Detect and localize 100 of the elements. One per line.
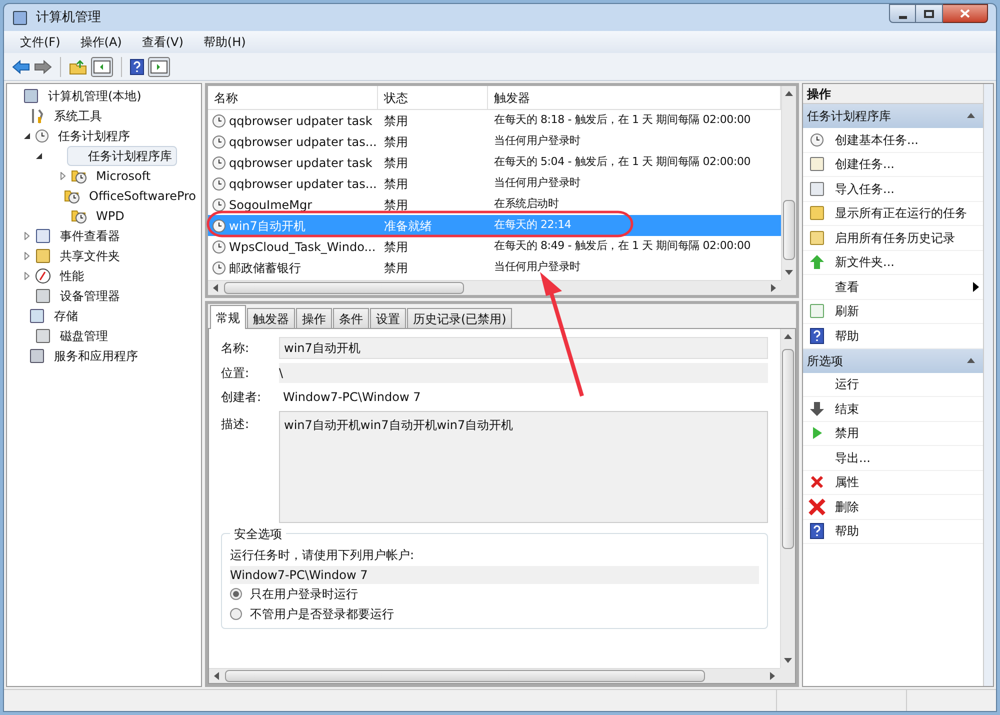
action-item[interactable]: 刷新 [803, 300, 983, 324]
task-row[interactable]: qqbrowser updater task 禁用 在每天的 5:04 - 触发后，在 1 天 期间每隔 02:00:00 [208, 152, 781, 173]
task-row[interactable]: 邮政储蓄银行 禁用 当任何用户登录时 [208, 257, 781, 278]
tree-item[interactable]: 系统工具 [49, 106, 107, 126]
clock-icon [35, 129, 49, 143]
action-item[interactable]: 属性 [803, 470, 983, 495]
tree-item[interactable]: WPD [91, 206, 130, 226]
column-header[interactable]: 名称 [208, 86, 378, 109]
tree-item[interactable]: 设备管理器 [55, 286, 125, 306]
clock-icon [810, 132, 824, 147]
action-item[interactable]: 创建基本任务... [803, 128, 983, 152]
task-row[interactable]: qqbrowser updater tas... 禁用 当任何用户登录时 [208, 173, 781, 194]
tab[interactable]: 设置 [370, 308, 406, 328]
pane-title: 操作 [803, 84, 983, 104]
action-item[interactable]: 删除 [803, 495, 983, 520]
radio-button[interactable] [230, 588, 242, 600]
radio-button[interactable] [230, 608, 242, 620]
menu-item[interactable]: 查看(V) [134, 33, 192, 51]
clock-icon [212, 218, 226, 232]
task-trigger: 当任何用户登录时 [493, 133, 582, 150]
submenu-arrow-icon [973, 282, 979, 292]
expand-icon[interactable] [23, 232, 31, 240]
account-field: Window7-PC\Window 7 [230, 566, 759, 584]
task-row[interactable]: qqbrowser udpater tas... 禁用 当任何用户登录时 [208, 131, 781, 152]
vertical-scrollbar[interactable] [780, 329, 795, 668]
scroll-left-icon [212, 284, 220, 292]
section-header[interactable]: 所选项 [803, 348, 983, 372]
tree-item[interactable]: 计算机管理(本地) [43, 86, 146, 106]
field-label: 名称: [221, 340, 250, 357]
scroll-up-icon [785, 90, 793, 98]
task-trigger: 当任何用户登录时 [493, 259, 582, 276]
pane-toggle-icon[interactable] [148, 56, 170, 76]
folder-up-icon[interactable] [69, 58, 87, 74]
horizontal-scrollbar[interactable] [208, 280, 781, 295]
task-row[interactable]: SogouImeMgr 禁用 在系统启动时 [208, 194, 781, 215]
tab[interactable]: 历史记录(已禁用) [407, 308, 512, 328]
tree-item[interactable]: 服务和应用程序 [49, 346, 143, 366]
folder-clock-icon [71, 208, 87, 224]
expand-icon[interactable] [23, 272, 31, 280]
task-status: 准备就绪 [383, 218, 433, 234]
task-trigger: 当任何用户登录时 [493, 175, 582, 192]
maximize-button[interactable] [916, 4, 943, 23]
close-icon [960, 9, 970, 18]
action-item[interactable]: 禁用 [803, 422, 983, 446]
task-name: qqbrowser udpater tas... [229, 134, 377, 150]
scroll-right-icon [769, 284, 777, 292]
menu-item[interactable]: 帮助(H) [195, 33, 254, 51]
task-name: WpsCloud_Task_Windo... [229, 238, 376, 256]
folder-clock-icon [64, 188, 80, 204]
task-row[interactable]: WpsCloud_Task_Windo... 禁用 在每天的 8:49 - 触发后，在 1 天 期间每隔 02:00:00 [208, 236, 781, 257]
action-item[interactable]: 创建任务... [803, 152, 983, 177]
action-item[interactable]: 新文件夹... [803, 250, 983, 275]
tree-item[interactable]: OfficeSoftwarePro [84, 186, 201, 206]
collapse-icon[interactable] [35, 152, 43, 160]
scroll-left-icon [213, 672, 221, 680]
vertical-scrollbar[interactable] [781, 86, 796, 280]
task-name: win7自动开机 [229, 218, 306, 234]
tree-item[interactable]: 存储 [49, 306, 83, 326]
collapse-icon[interactable] [23, 132, 31, 140]
tab[interactable]: 触发器 [247, 308, 295, 328]
task-row[interactable]: qqbrowser udpater task 禁用 在每天的 8:18 - 触发后，在 1 天 期间每隔 02:00:00 [208, 110, 781, 131]
tree-item[interactable]: Microsoft [91, 166, 156, 186]
tree-item[interactable]: 共享文件夹 [55, 246, 125, 266]
account-prompt: 运行任务时，请使用下列用户帐户: [230, 547, 416, 564]
task-trigger: 在每天的 8:49 - 触发后，在 1 天 期间每隔 02:00:00 [493, 238, 752, 254]
expand-icon[interactable] [59, 172, 67, 180]
horizontal-scrollbar[interactable] [209, 668, 780, 683]
back-icon[interactable] [12, 58, 30, 74]
scroll-down-icon [784, 656, 792, 664]
radio-label: 只在用户登录时运行 [250, 586, 358, 603]
action-item[interactable]: 结束 [803, 397, 983, 422]
tree-item[interactable]: 事件查看器 [55, 226, 125, 246]
description-field[interactable]: win7自动开机win7自动开机win7自动开机 [279, 411, 768, 523]
action-item[interactable]: 帮助 [803, 520, 983, 544]
section-header[interactable]: 任务计划程序库 [803, 104, 983, 128]
pane-toggle-icon[interactable] [91, 56, 113, 76]
task-trigger: 在每天的 5:04 - 触发后，在 1 天 期间每隔 02:00:00 [493, 154, 752, 170]
column-header[interactable]: 状态 [378, 86, 488, 109]
group-title: 安全选项 [230, 525, 286, 543]
menu-item[interactable]: 操作(A) [72, 33, 130, 51]
tree-item[interactable]: 任务计划程序库 [67, 146, 177, 166]
task-status: 禁用 [383, 238, 409, 256]
tree-item[interactable]: 性能 [55, 266, 89, 286]
tree-item[interactable]: 任务计划程序 [53, 126, 135, 146]
menu-item[interactable]: 文件(F) [12, 33, 68, 51]
close-button[interactable] [943, 4, 988, 23]
action-item[interactable]: 启用所有任务历史记录 [803, 226, 983, 250]
tab[interactable]: 常规 [210, 305, 246, 329]
vertical-scrollbar[interactable] [983, 84, 993, 686]
folder-clock-icon [71, 168, 87, 184]
minimize-button[interactable] [889, 4, 916, 23]
action-item[interactable]: 导入任务... [803, 177, 983, 202]
tab[interactable]: 条件 [333, 308, 369, 328]
tab[interactable]: 操作 [296, 308, 332, 328]
name-field[interactable]: win7自动开机 [279, 337, 768, 359]
expand-icon[interactable] [23, 252, 31, 260]
tree-item[interactable]: 磁盘管理 [55, 326, 113, 346]
forward-icon[interactable] [34, 58, 52, 74]
help-icon [130, 58, 144, 74]
action-item[interactable]: 显示所有正在运行的任务 [803, 202, 983, 226]
